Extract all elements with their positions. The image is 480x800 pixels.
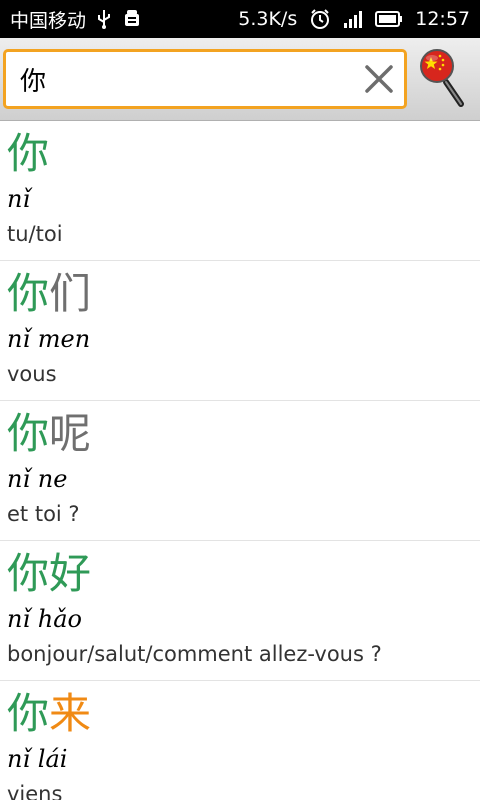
entry-hanzi: 你呢 [7,409,91,459]
entry-hanzi: 你来 [7,689,91,739]
status-bar: 中国移动 5.3K/s 12:57 [0,0,480,38]
entry-pinyin: nǐ [7,185,31,213]
entry-pinyin: nǐ ne [7,465,68,493]
debug-android-icon [122,8,142,30]
entry-hanzi: 你 [7,129,49,179]
entry-hanzi: 你们 [7,269,91,319]
hanzi-char: 你 [7,549,50,598]
list-item[interactable]: 你 nǐ tu/toi [0,121,480,261]
entry-meaning: viens [7,782,63,800]
search-bar [0,38,480,121]
search-box[interactable] [3,49,407,109]
entry-meaning: vous [7,362,57,386]
network-speed: 5.3K/s [238,8,298,30]
alarm-icon [309,8,331,30]
hanzi-char: 你 [7,269,50,318]
entry-meaning: tu/toi [7,222,63,246]
hanzi-char: 你 [7,409,50,458]
list-item[interactable]: 你来 nǐ lái viens [0,681,480,800]
entry-pinyin: nǐ lái [7,745,68,773]
hanzi-char: 呢 [49,409,92,458]
carrier-label: 中国移动 [10,9,87,32]
hanzi-char: 们 [49,269,92,318]
list-item[interactable]: 你呢 nǐ ne et toi ? [0,401,480,541]
entry-pinyin: nǐ hǎo [7,605,82,633]
entry-hanzi: 你好 [7,549,91,599]
hanzi-char: 来 [49,689,92,738]
clear-button[interactable] [354,54,404,104]
china-flag-magnifier-icon [420,49,464,107]
search-language-button[interactable] [413,44,473,114]
signal-icon [343,10,363,28]
list-item[interactable]: 你们 nǐ men vous [0,261,480,401]
entry-meaning: et toi ? [7,502,80,526]
hanzi-char: 你 [7,129,50,178]
close-icon [365,65,393,93]
usb-icon [96,9,112,29]
hanzi-char: 好 [49,549,92,598]
hanzi-char: 你 [7,689,50,738]
entry-meaning: bonjour/salut/comment allez-vous ? [7,642,382,666]
results-list: 你 nǐ tu/toi 你们 nǐ men vous 你呢 nǐ ne et t… [0,121,480,800]
battery-icon [375,11,403,27]
clock: 12:57 [415,8,470,30]
search-input[interactable] [20,64,354,94]
list-item[interactable]: 你好 nǐ hǎo bonjour/salut/comment allez-vo… [0,541,480,681]
entry-pinyin: nǐ men [7,325,91,353]
